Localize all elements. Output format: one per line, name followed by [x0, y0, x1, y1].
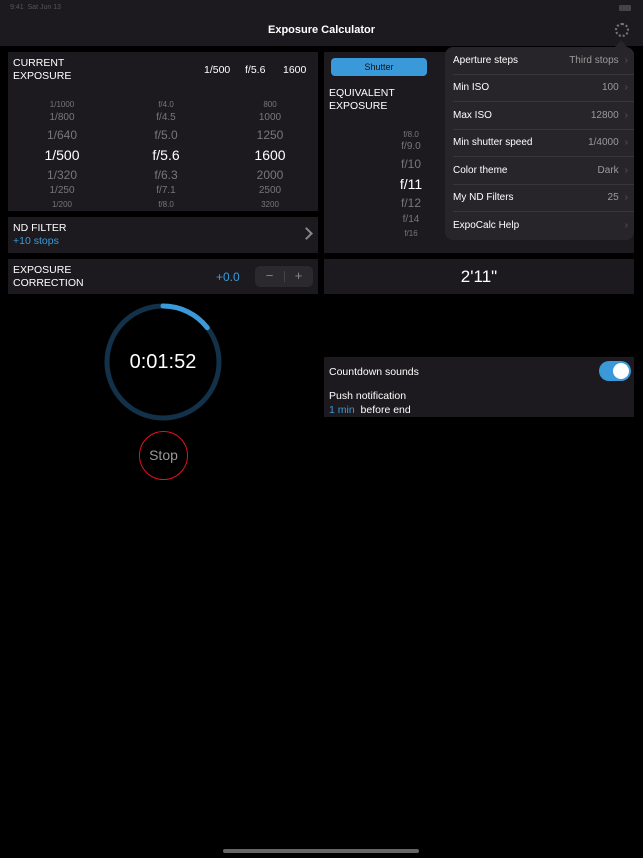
wheel-value: 2500: [258, 185, 282, 196]
wheel-value: f/4.5: [156, 112, 176, 123]
settings-item-value: Dark: [597, 164, 619, 176]
aperture-wheel[interactable]: f/4.0 f/4.5 f/5.0 f/5.6 f/6.3 f/7.1 f/8.0: [131, 52, 201, 211]
chevron-right-icon: ›: [624, 220, 628, 232]
wheel-value: f/16: [404, 229, 418, 238]
wheel-value: 1000: [258, 112, 282, 123]
wheel-value: 1/640: [46, 128, 78, 142]
settings-item-label: Min ISO: [453, 82, 490, 94]
equivalent-aperture-wheel[interactable]: f/8.0 f/9.0 f/10 f/11 f/12 f/14 f/16: [376, 52, 446, 242]
settings-item-label: Min shutter speed: [453, 137, 533, 149]
status-date: Sat Jun 13: [27, 4, 61, 11]
popover-arrow: [615, 40, 627, 47]
ring-progress: [160, 303, 210, 331]
settings-item-label: ExpoCalc Help: [453, 220, 520, 232]
settings-item[interactable]: My ND Filters 25 ›: [453, 185, 634, 212]
settings-item-label: Aperture steps: [453, 54, 519, 66]
nd-filter-row[interactable]: ND FILTER +10 stops: [8, 217, 318, 253]
settings-item[interactable]: Aperture steps Third stops ›: [453, 47, 634, 75]
countdown-sounds-toggle[interactable]: [599, 361, 631, 381]
wheel-value: 2000: [256, 168, 284, 182]
settings-item-label: My ND Filters: [453, 192, 514, 204]
wheel-value: f/8.0: [403, 130, 419, 139]
battery-icon: [619, 5, 631, 11]
wheel-value: 1/1000: [49, 100, 75, 109]
shutter-wheel[interactable]: 1/1000 1/800 1/640 1/500 1/320 1/250 1/200: [27, 52, 97, 211]
wheel-value: f/11: [399, 176, 423, 192]
chevron-right-icon: ›: [624, 164, 628, 176]
settings-item-value: 100: [601, 82, 619, 94]
countdown-time: 0:01:52: [129, 351, 197, 373]
wheel-value: f/6.3: [154, 168, 178, 182]
wheel-value: f/4.0: [158, 100, 174, 109]
nd-filter-value: +10 stops: [13, 235, 59, 247]
wheel-value: f/10: [400, 157, 421, 171]
push-suffix: before end: [360, 404, 411, 416]
settings-item-value: 25: [607, 192, 619, 204]
wheel-value: f/7.1: [156, 185, 176, 196]
correction-stepper[interactable]: − +: [255, 266, 313, 287]
wheel-value: f/5.0: [154, 128, 178, 142]
notification-panel: Countdown sounds Push notification 1 min…: [324, 357, 634, 417]
push-notification-value[interactable]: 1 min: [329, 404, 355, 416]
wheel-value: 800: [263, 100, 277, 109]
iso-wheel[interactable]: 800 1000 1250 1600 2000 2500 3200: [235, 52, 305, 211]
wheel-value: 1/250: [49, 185, 75, 196]
wheel-value: 1600: [254, 147, 286, 163]
wheel-value: f/8.0: [158, 200, 174, 209]
wheel-value: f/14: [402, 214, 420, 225]
wheel-value: 1/800: [49, 112, 75, 123]
status-time: 9:41: [10, 4, 24, 11]
wheel-value: 1/500: [44, 147, 80, 163]
wheel-value: f/9.0: [401, 141, 421, 152]
settings-item-value: Third stops: [569, 54, 619, 66]
exposure-correction-value: +0.0: [216, 270, 240, 284]
stop-button[interactable]: Stop: [139, 431, 188, 480]
navigation-bar: [0, 0, 643, 46]
settings-popover: Aperture steps Third stops › Min ISO 100 › Max…: [445, 47, 634, 240]
nd-filter-label: ND FILTER: [13, 222, 67, 234]
current-shutter: 1/500: [204, 64, 231, 76]
chevron-right-icon: ›: [624, 192, 628, 204]
exposure-correction-label: EXPOSURE CORRECTION: [13, 264, 84, 289]
push-notification-label: Push notification: [329, 390, 407, 402]
wheel-value: 1250: [256, 128, 284, 142]
home-indicator: [223, 849, 419, 853]
countdown-sounds-label: Countdown sounds: [329, 366, 419, 378]
wheel-value: f/12: [400, 196, 421, 210]
chevron-right-icon: ›: [624, 109, 628, 121]
current-exposure-panel: CURRENT EXPOSURE 1/500 f/5.6 1600 1/1000 1…: [8, 52, 318, 211]
settings-item[interactable]: Min shutter speed 1/4000 ›: [453, 130, 634, 157]
chevron-right-icon: [300, 227, 313, 240]
settings-item-label: Color theme: [453, 164, 508, 176]
settings-item-label: Max ISO: [453, 109, 492, 121]
settings-item[interactable]: Max ISO 12800 ›: [453, 102, 634, 130]
wheel-value: 1/200: [51, 200, 73, 209]
minus-button[interactable]: −: [255, 268, 284, 283]
gear-icon[interactable]: [615, 23, 629, 37]
chevron-right-icon: ›: [624, 137, 628, 149]
exposure-correction-panel: EXPOSURE CORRECTION +0.0 − +: [8, 259, 318, 294]
wheel-value: 3200: [261, 200, 279, 209]
settings-item-value: 1/4000: [588, 137, 619, 149]
settings-item[interactable]: Color theme Dark ›: [453, 157, 634, 185]
settings-item[interactable]: Min ISO 100 ›: [453, 75, 634, 102]
status-bar: 9:41 Sat Jun 13: [10, 4, 61, 11]
settings-item-value: 12800: [590, 109, 619, 121]
wheel-value: f/5.6: [152, 147, 180, 163]
wheel-value: 1/320: [46, 168, 78, 182]
equivalent-result: 2'11": [324, 259, 634, 294]
chevron-right-icon: ›: [624, 54, 628, 66]
chevron-right-icon: ›: [624, 82, 628, 94]
settings-item[interactable]: ExpoCalc Help ›: [453, 212, 634, 240]
plus-button[interactable]: +: [284, 268, 313, 283]
page-title: Exposure Calculator: [268, 24, 375, 36]
